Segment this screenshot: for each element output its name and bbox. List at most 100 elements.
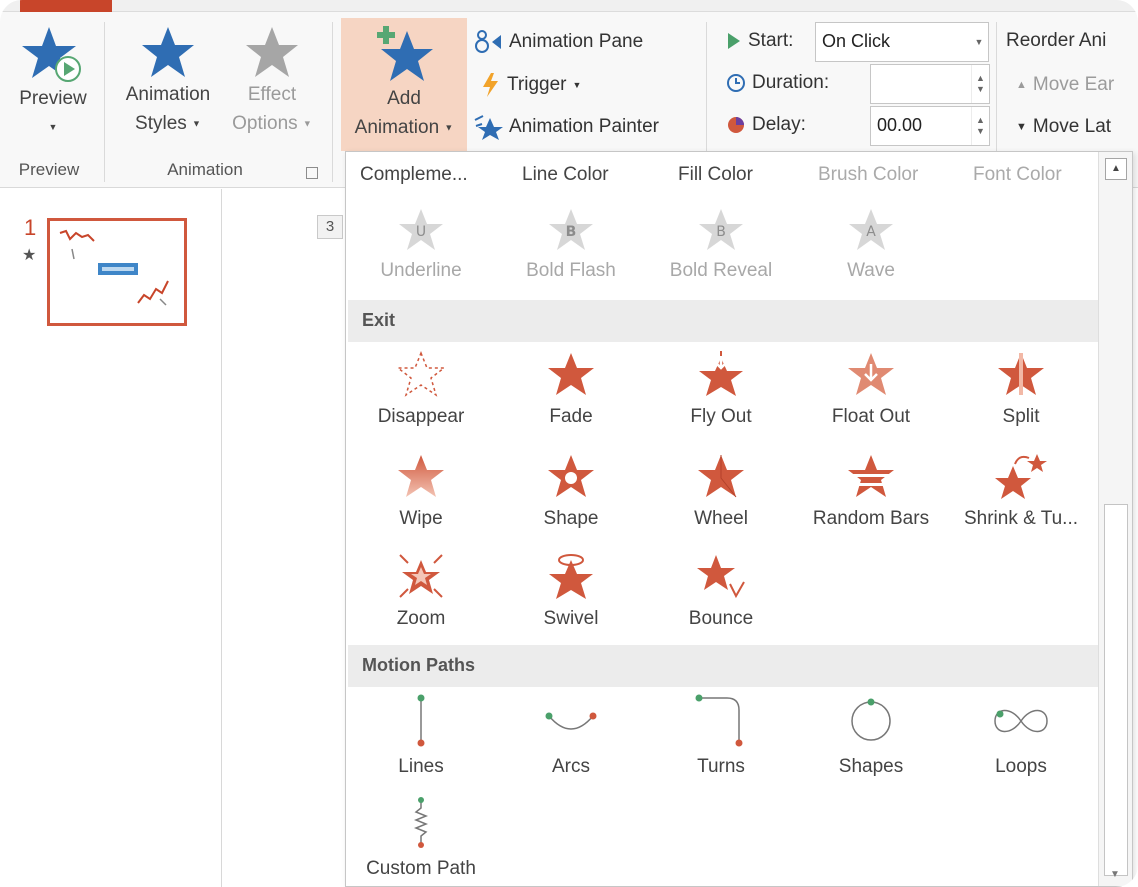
lines-label: Lines — [398, 756, 444, 777]
fade-effect[interactable]: Fade — [496, 350, 646, 428]
disappear-effect[interactable]: Disappear — [346, 350, 496, 428]
random-bars-icon — [848, 455, 894, 497]
fill-color-item[interactable]: Fill Color — [678, 164, 753, 186]
editing-area: 3 — [223, 189, 345, 887]
animation-pane-button[interactable]: Animation Pane — [473, 30, 643, 54]
brush-color-item[interactable]: Brush Color — [818, 164, 918, 186]
complementary-item[interactable]: Compleme... — [360, 164, 468, 186]
animation-star-icon: ★ — [22, 247, 37, 264]
effect-options-button[interactable]: Effect Options ▼ — [222, 24, 322, 138]
custom-path-label: Custom Path — [366, 858, 476, 879]
float-out-effect[interactable]: Float Out — [796, 350, 946, 428]
duration-spinner[interactable]: ▲ ▼ — [870, 64, 990, 104]
shrink-turn-effect[interactable]: Shrink & Tu... — [946, 452, 1096, 530]
delay-label-text: Delay: — [752, 114, 806, 135]
lines-path-effect[interactable]: Lines — [346, 694, 496, 778]
chevron-down-icon: ▼ — [302, 118, 312, 129]
start-dropdown[interactable]: On Click ▼ — [815, 22, 989, 62]
split-effect[interactable]: Split — [946, 350, 1096, 428]
spinner-arrows-icon[interactable]: ▲ ▼ — [971, 107, 989, 145]
fly-out-icon — [699, 351, 743, 396]
font-color-item[interactable]: Font Color — [973, 164, 1062, 186]
custom-path-icon — [413, 797, 429, 848]
custom-path-effect[interactable]: Custom Path — [346, 794, 496, 880]
spinner-arrows-icon[interactable]: ▲ ▼ — [971, 65, 989, 103]
add-animation-button[interactable]: Add Animation ▼ — [341, 18, 467, 151]
add-animation-star-icon — [377, 26, 433, 81]
trigger-button[interactable]: Trigger ▼ — [479, 72, 581, 98]
wave-letter: A — [866, 224, 876, 240]
bold-flash-effect[interactable]: B Bold Flash — [496, 206, 646, 282]
random-bars-label: Random Bars — [812, 508, 930, 529]
wave-effect[interactable]: A Wave — [796, 206, 946, 282]
underline-effect[interactable]: U Underline — [346, 206, 496, 282]
wheel-effect[interactable]: Wheel — [646, 452, 796, 530]
fly-out-label: Fly Out — [690, 406, 752, 427]
delay-icon — [728, 117, 744, 133]
bold-flash-letter: B — [566, 224, 577, 240]
animation-painter-icon — [474, 115, 503, 140]
scroll-up-arrow-icon[interactable]: ▲ — [1105, 158, 1127, 180]
animation-styles-label-2: Styles — [135, 113, 187, 134]
chevron-down-icon: ▼ — [192, 118, 201, 129]
bounce-label: Bounce — [688, 608, 754, 629]
animation-painter-label: Animation Painter — [509, 116, 659, 137]
animation-styles-button[interactable]: Animation Styles ▼ — [110, 24, 226, 138]
triangle-down-icon: ▼ — [1016, 121, 1027, 133]
trigger-label: Trigger — [507, 74, 567, 95]
wheel-label: Wheel — [694, 508, 748, 529]
shapes-label: Shapes — [838, 756, 904, 777]
slide-thumbnail-pane: 1 ★ — [0, 189, 222, 887]
swivel-effect[interactable]: Swivel — [496, 552, 646, 630]
shapes-path-effect[interactable]: Shapes — [796, 694, 946, 778]
group-divider — [332, 22, 333, 182]
duration-label-text: Duration: — [752, 72, 830, 93]
fly-out-effect[interactable]: Fly Out — [646, 350, 796, 428]
delay-spinner[interactable]: 00.00 ▲ ▼ — [870, 106, 990, 146]
loops-path-effect[interactable]: Loops — [946, 694, 1096, 778]
scroll-down-arrow-icon[interactable]: ▼ — [1110, 869, 1120, 880]
preview-group-label: Preview — [18, 160, 80, 179]
triangle-up-icon: ▲ — [1016, 79, 1027, 91]
preview-label: Preview — [19, 88, 87, 109]
animation-group-label: Animation — [167, 160, 243, 179]
scrollbar-thumb[interactable] — [1104, 504, 1128, 876]
float-out-icon — [848, 353, 894, 395]
loops-label: Loops — [995, 756, 1047, 777]
start-label: Start: — [726, 30, 793, 52]
slide-number: 1 — [24, 215, 37, 240]
line-color-item[interactable]: Line Color — [522, 164, 609, 186]
turns-path-effect[interactable]: Turns — [646, 694, 796, 778]
animation-styles-label-1: Animation — [125, 84, 211, 105]
file-tab[interactable] — [20, 0, 112, 12]
effect-options-star-icon — [246, 27, 298, 77]
add-animation-label-1: Add — [387, 88, 421, 109]
wave-icon: A — [849, 209, 893, 250]
bold-reveal-letter: B — [716, 224, 726, 240]
wipe-effect[interactable]: Wipe — [346, 452, 496, 530]
wheel-icon — [698, 455, 744, 498]
slide-thumbnail[interactable] — [47, 218, 187, 326]
zoom-icon — [399, 554, 443, 598]
turns-label: Turns — [697, 756, 745, 777]
effect-options-label-1: Effect — [247, 84, 297, 105]
gallery-scrollbar[interactable]: ▲ ▼ — [1098, 152, 1132, 886]
split-label: Split — [1002, 406, 1040, 427]
arcs-path-effect[interactable]: Arcs — [496, 694, 646, 778]
preview-star-icon — [22, 27, 81, 82]
split-icon — [998, 353, 1044, 395]
bold-reveal-label: Bold Reveal — [669, 260, 773, 281]
move-later-button[interactable]: ▼ Move Lat — [1016, 116, 1111, 138]
zoom-label: Zoom — [396, 608, 446, 629]
dialog-launcher-icon[interactable] — [306, 167, 318, 179]
move-earlier-button[interactable]: ▲ Move Ear — [1016, 74, 1114, 96]
random-bars-effect[interactable]: Random Bars — [796, 452, 946, 530]
preview-button[interactable]: Preview ▼ — [8, 24, 98, 142]
zoom-effect[interactable]: Zoom — [346, 552, 496, 630]
shape-effect[interactable]: Shape — [496, 452, 646, 530]
bounce-icon — [697, 555, 745, 599]
bold-reveal-effect[interactable]: B Bold Reveal — [646, 206, 796, 282]
animation-order-tag: 3 — [317, 215, 343, 239]
animation-painter-button[interactable]: Animation Painter — [473, 114, 659, 140]
bounce-effect[interactable]: Bounce — [646, 552, 796, 630]
